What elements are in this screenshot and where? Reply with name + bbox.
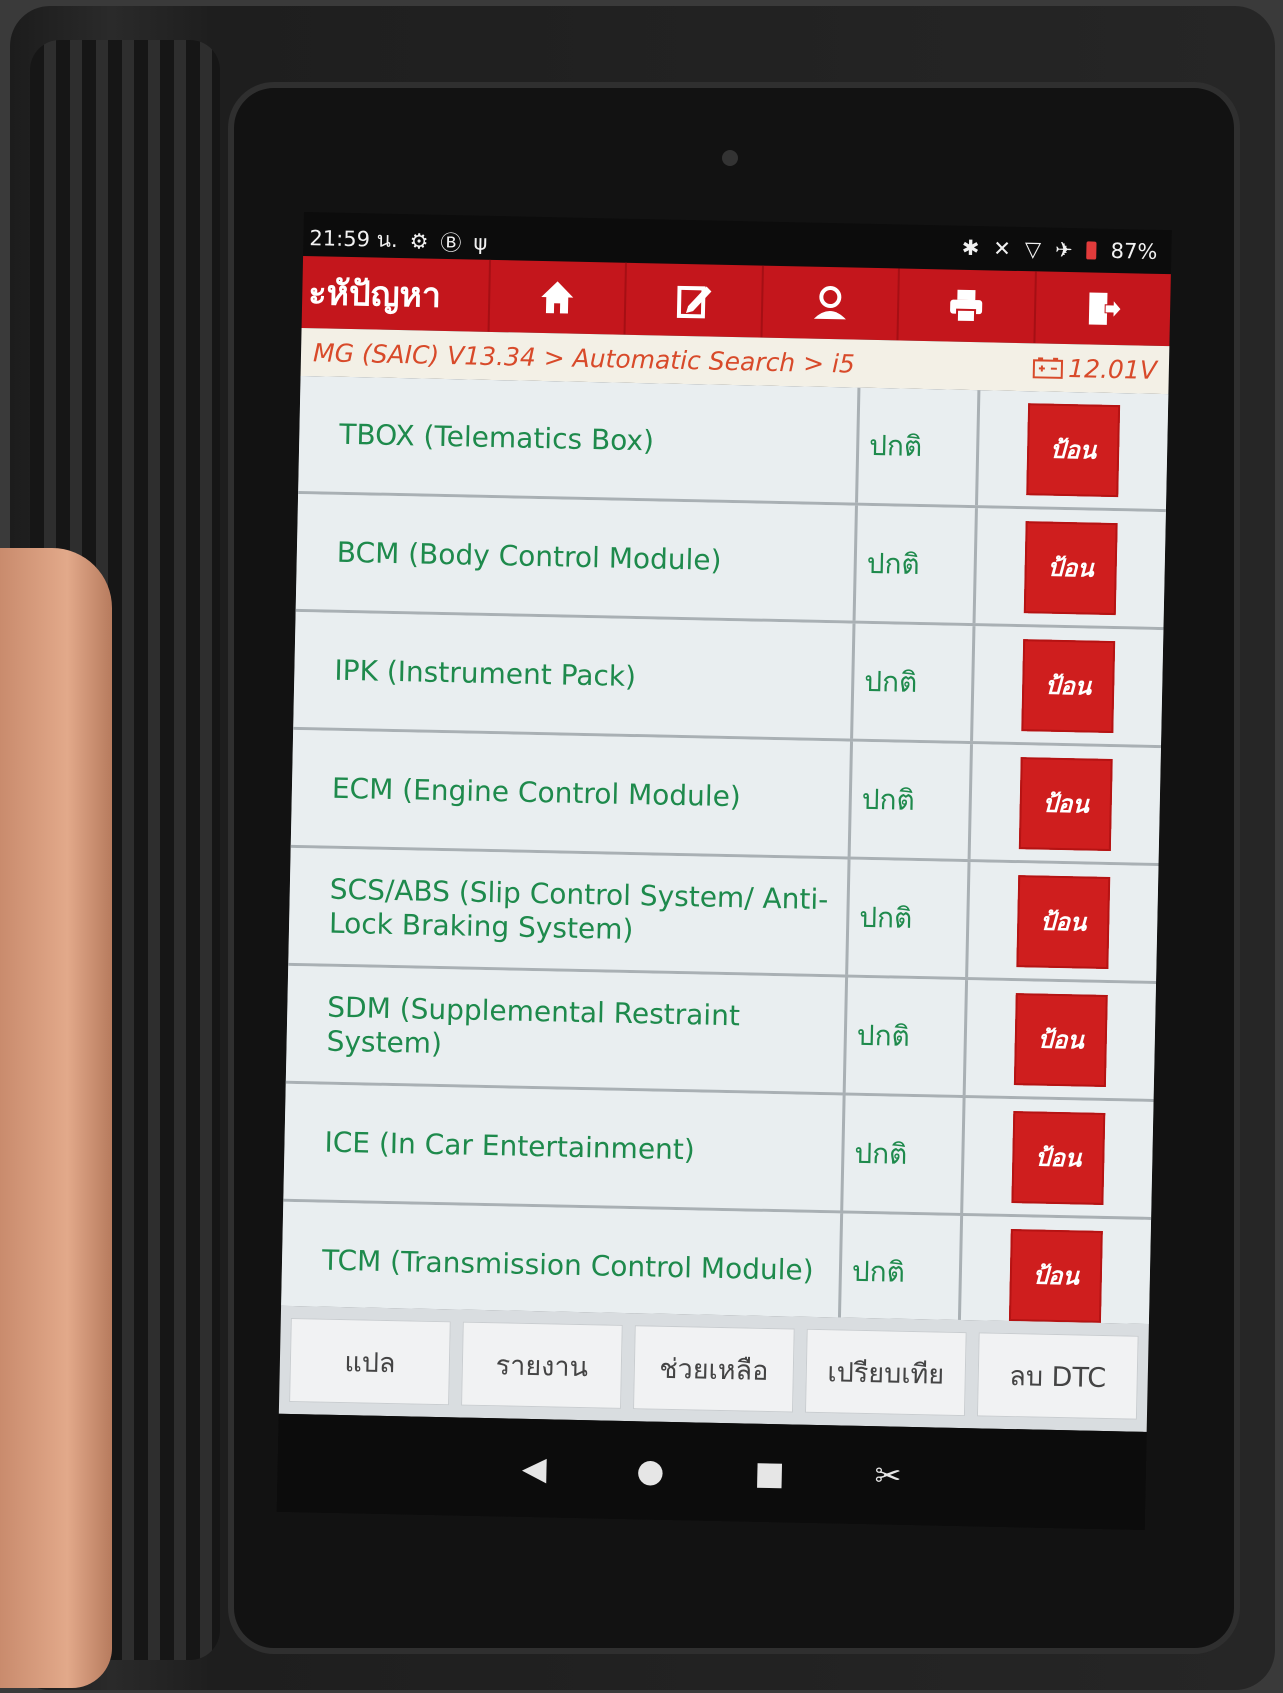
system-name: TBOX (Telematics Box) bbox=[298, 375, 861, 503]
system-status: ปกติ bbox=[843, 1095, 966, 1214]
system-name: BCM (Body Control Module) bbox=[295, 493, 858, 621]
system-row[interactable]: BCM (Body Control Module) ปกติ ป้อน bbox=[295, 493, 1166, 631]
system-status: ปกติ bbox=[840, 1213, 964, 1324]
tablet-screen: 21:59 น. ⚙ Ⓑ ψ ✱ ✕ ▽ ✈ 87% ะหัปัญหา MG (… bbox=[276, 212, 1172, 1530]
system-status: ปกติ bbox=[850, 741, 974, 860]
gear-icon: ⚙ bbox=[409, 228, 429, 254]
clock: 21:59 น. bbox=[309, 226, 398, 252]
system-status: ปกติ bbox=[855, 505, 978, 624]
system-row[interactable]: SDM (Supplemental Restraint System) ปกติ… bbox=[285, 965, 1157, 1102]
airplane-icon: ✈ bbox=[1054, 237, 1073, 263]
battery-level: 87% bbox=[1110, 238, 1158, 264]
voltage-value: 12.01V bbox=[1067, 353, 1158, 385]
enter-button[interactable]: ป้อน bbox=[1016, 874, 1111, 969]
home-circle-icon[interactable]: ● bbox=[636, 1451, 665, 1490]
enter-button[interactable]: ป้อน bbox=[1018, 756, 1113, 851]
back-icon[interactable]: ◀ bbox=[522, 1449, 547, 1488]
exit-icon bbox=[1088, 292, 1122, 325]
user-icon bbox=[813, 286, 846, 320]
page-title: ะหัปัญหา bbox=[307, 273, 442, 316]
system-row[interactable]: ECM (Engine Control Module) ปกติ ป้อน bbox=[290, 729, 1161, 867]
system-status: ปกติ bbox=[853, 623, 976, 742]
user-button[interactable] bbox=[760, 265, 899, 341]
bottom-action-bar: แปล รายงาน ช่วยเหลือ เปรียบเทีย ลบ DTC bbox=[278, 1305, 1149, 1432]
enter-button[interactable]: ป้อน bbox=[1011, 1110, 1106, 1205]
system-name: TCM (Transmission Control Module) bbox=[281, 1201, 844, 1324]
edit-button[interactable] bbox=[623, 262, 762, 338]
compare-button[interactable]: เปรียบเทีย bbox=[804, 1328, 967, 1417]
print-button[interactable] bbox=[896, 268, 1035, 344]
front-camera bbox=[722, 150, 738, 166]
recents-icon[interactable]: ■ bbox=[754, 1454, 785, 1493]
wifi-icon: ▽ bbox=[1024, 237, 1042, 262]
help-button[interactable]: ช่วยเหลือ bbox=[633, 1325, 795, 1413]
bluetooth-icon: ✱ bbox=[961, 235, 980, 261]
bluetooth-circle-icon: Ⓑ bbox=[440, 230, 462, 255]
system-name: SDM (Supplemental Restraint System) bbox=[285, 965, 849, 1093]
system-row[interactable]: SCS/ABS (Slip Control System/ Anti-Lock … bbox=[288, 847, 1159, 985]
report-button[interactable]: รายงาน bbox=[461, 1321, 623, 1409]
system-list: TBOX (Telematics Box) ปกติ ป้อน BCM (Bod… bbox=[281, 375, 1169, 1324]
home-button[interactable] bbox=[487, 259, 626, 335]
print-icon bbox=[950, 289, 983, 324]
system-row[interactable]: TCM (Transmission Control Module) ปกติ ป… bbox=[281, 1201, 1152, 1324]
voltage-indicator: 12.01V bbox=[1032, 353, 1158, 385]
enter-button[interactable]: ป้อน bbox=[1026, 402, 1121, 497]
system-name: ECM (Engine Control Module) bbox=[290, 729, 854, 857]
edit-icon bbox=[676, 285, 712, 319]
breadcrumb-path: MG (SAIC) V13.34 > Automatic Search > i5 bbox=[312, 337, 856, 379]
hand-thumb bbox=[0, 548, 112, 1688]
system-status: ปกติ bbox=[858, 387, 981, 506]
mute-icon: ✕ bbox=[993, 236, 1012, 261]
system-status: ปกติ bbox=[848, 859, 971, 978]
clear-dtc-button[interactable]: ลบ DTC bbox=[976, 1332, 1139, 1420]
android-nav-bar: ◀ ● ■ ✂ bbox=[276, 1413, 1147, 1530]
system-row[interactable]: ICE (In Car Entertainment) ปกติ ป้อน bbox=[283, 1083, 1154, 1220]
enter-button[interactable]: ป้อน bbox=[1023, 520, 1118, 615]
enter-button[interactable]: ป้อน bbox=[1008, 1228, 1103, 1323]
system-name: ICE (In Car Entertainment) bbox=[283, 1083, 846, 1211]
system-status: ปกติ bbox=[845, 977, 969, 1096]
signal-icon: ψ bbox=[473, 230, 488, 255]
battery-icon bbox=[1086, 241, 1097, 260]
system-name: SCS/ABS (Slip Control System/ Anti-Lock … bbox=[288, 847, 851, 975]
home-icon bbox=[541, 281, 574, 314]
enter-button[interactable]: ป้อน bbox=[1021, 638, 1116, 733]
car-battery-icon bbox=[1033, 357, 1064, 379]
system-row[interactable]: TBOX (Telematics Box) ปกติ ป้อน bbox=[298, 375, 1169, 513]
translate-button[interactable]: แปล bbox=[289, 1317, 451, 1406]
system-name: IPK (Instrument Pack) bbox=[293, 611, 856, 739]
screenshot-icon[interactable]: ✂ bbox=[874, 1456, 902, 1495]
exit-button[interactable] bbox=[1033, 271, 1171, 347]
enter-button[interactable]: ป้อน bbox=[1013, 992, 1108, 1087]
system-row[interactable]: IPK (Instrument Pack) ปกติ ป้อน bbox=[293, 611, 1164, 749]
